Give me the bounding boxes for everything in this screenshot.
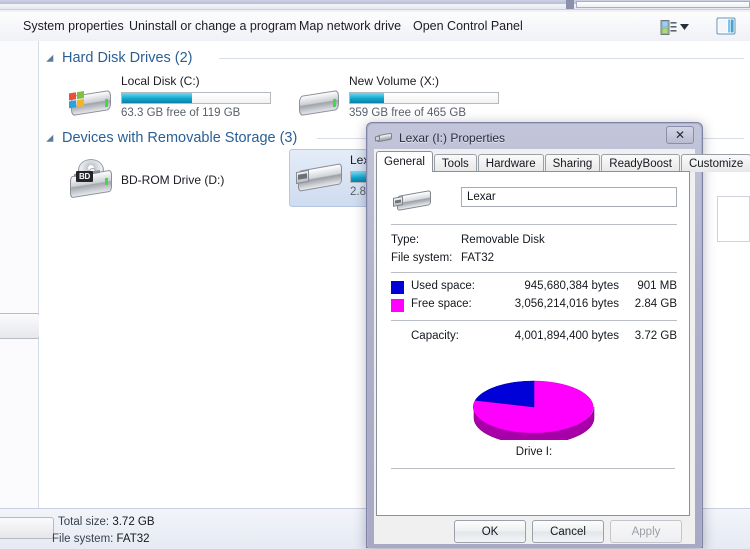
volume-icon xyxy=(393,188,433,214)
background-window-sliver xyxy=(717,196,750,242)
toolbar-item-map-network-drive[interactable]: Map network drive xyxy=(290,12,410,41)
details-total-size-row: Total size: 3.72 GB xyxy=(58,516,155,528)
capacity-bar xyxy=(349,92,499,104)
toolbar-item-system-properties[interactable]: System properties xyxy=(14,12,133,41)
navigation-pane-button[interactable] xyxy=(0,313,40,339)
command-toolbar: System properties Uninstall or change a … xyxy=(0,12,750,42)
type-value: Removable Disk xyxy=(461,234,545,246)
free-space-label: Free space: xyxy=(411,298,472,310)
toolbar-item-open-control-panel[interactable]: Open Control Panel xyxy=(404,12,532,41)
address-bar-divider xyxy=(566,0,574,9)
change-view-button[interactable] xyxy=(660,17,696,37)
used-space-color-swatch xyxy=(391,281,404,294)
details-pane-button[interactable] xyxy=(0,517,54,539)
show-preview-pane-icon xyxy=(716,17,736,35)
capacity-pie-chart: Drive I: xyxy=(471,374,597,458)
close-icon[interactable]: ✕ xyxy=(666,126,694,144)
details-total-size-label: Total size: xyxy=(58,516,113,528)
drive-properties-dialog: Lexar (I:) Properties ✕ General Tools Ha… xyxy=(366,122,750,548)
collapse-triangle-icon[interactable] xyxy=(47,53,58,64)
bd-rom-drive-icon: BD xyxy=(69,159,115,201)
used-space-human: 901 MB xyxy=(637,280,677,292)
tab-customize[interactable]: Customize xyxy=(680,154,750,172)
details-total-size-value: 3.72 GB xyxy=(112,516,155,528)
details-file-system-row: File system: FAT32 xyxy=(52,533,150,545)
dialog-tabs: General Tools Hardware Sharing ReadyBoos… xyxy=(376,151,750,172)
used-space-bytes: 945,680,384 bytes xyxy=(524,280,619,292)
drive-name-label: BD-ROM Drive (D:) xyxy=(121,173,225,187)
capacity-human: 3.72 GB xyxy=(634,330,677,342)
file-system-value: FAT32 xyxy=(461,252,495,264)
apply-button: Apply xyxy=(610,520,682,543)
change-your-view-icon xyxy=(660,19,677,35)
free-space-color-swatch xyxy=(391,299,404,312)
cancel-button[interactable]: Cancel xyxy=(532,520,604,543)
tab-readyboost[interactable]: ReadyBoost xyxy=(601,154,680,172)
show-preview-pane-button[interactable] xyxy=(716,17,738,37)
divider-top xyxy=(391,224,677,225)
drive-tile-bd-rom-d[interactable]: BD BD-ROM Drive (D:) xyxy=(61,153,273,209)
group-divider-line xyxy=(219,58,744,59)
pie-chart-svg xyxy=(472,380,595,445)
tab-general[interactable]: General xyxy=(376,151,433,172)
dialog-body: General Tools Hardware Sharing ReadyBoos… xyxy=(374,149,750,544)
usb-removable-drive-icon xyxy=(375,132,393,144)
usb-removable-drive-icon xyxy=(296,163,346,195)
group-header-hard-disk-drives[interactable]: Hard Disk Drives (2) xyxy=(47,48,193,68)
drive-tile-local-disk-c[interactable]: Local Disk (C:) 63.3 GB free of 119 GB xyxy=(61,73,273,129)
drive-name-label: New Volume (X:) xyxy=(349,74,440,88)
details-file-system-label: File system: xyxy=(52,533,117,545)
pie-chart-caption: Drive I: xyxy=(515,446,553,458)
search-box-sliver[interactable] xyxy=(576,1,750,8)
toolbar-item-uninstall-program[interactable]: Uninstall or change a program xyxy=(120,12,305,41)
drive-name-label: Local Disk (C:) xyxy=(121,74,200,88)
capacity-bar xyxy=(121,92,271,104)
divider-middle xyxy=(391,272,677,273)
tab-tools[interactable]: Tools xyxy=(433,154,477,172)
drive-free-space-label: 63.3 GB free of 119 GB xyxy=(121,107,241,119)
drive-free-space-label: 359 GB free of 465 GB xyxy=(349,107,466,119)
capacity-label: Capacity: xyxy=(411,330,459,342)
capacity-bar-fill xyxy=(350,93,385,103)
chevron-down-icon[interactable] xyxy=(680,24,689,30)
window-chrome-top xyxy=(0,0,750,12)
hard-disk-icon xyxy=(295,85,343,119)
group-header-removable-storage[interactable]: Devices with Removable Storage (3) xyxy=(47,128,297,148)
dialog-title-bar[interactable]: Lexar (I:) Properties xyxy=(375,129,505,147)
details-file-system-value: FAT32 xyxy=(116,533,150,545)
file-system-label: File system: xyxy=(391,252,453,264)
collapse-triangle-icon[interactable] xyxy=(47,133,58,144)
free-space-human: 2.84 GB xyxy=(634,298,677,310)
group-title-removable-storage: Devices with Removable Storage (3) xyxy=(62,130,298,146)
dialog-title-text: Lexar (I:) Properties xyxy=(399,131,506,145)
navigation-pane xyxy=(0,41,40,508)
ok-button[interactable]: OK xyxy=(454,520,526,543)
windows-hard-disk-icon xyxy=(67,85,115,119)
divider-bottom xyxy=(391,468,675,469)
free-space-bytes: 3,056,214,016 bytes xyxy=(514,298,619,310)
capacity-bar-fill xyxy=(122,93,192,103)
divider-capacity xyxy=(391,320,677,321)
used-space-label: Used space: xyxy=(411,280,475,292)
capacity-bytes: 4,001,894,400 bytes xyxy=(514,330,619,342)
type-label: Type: xyxy=(391,234,420,246)
tab-hardware[interactable]: Hardware xyxy=(477,154,544,172)
tab-sharing[interactable]: Sharing xyxy=(544,154,601,172)
drive-tile-new-volume-x[interactable]: New Volume (X:) 359 GB free of 465 GB xyxy=(289,73,501,129)
general-tab-panel: Type: Removable Disk File system: FAT32 … xyxy=(376,171,690,516)
bd-badge-label: BD xyxy=(76,171,93,182)
group-title-hard-disk-drives: Hard Disk Drives (2) xyxy=(62,50,193,66)
dialog-button-row: OK Cancel Apply xyxy=(374,520,695,544)
volume-label-input[interactable] xyxy=(461,187,677,207)
